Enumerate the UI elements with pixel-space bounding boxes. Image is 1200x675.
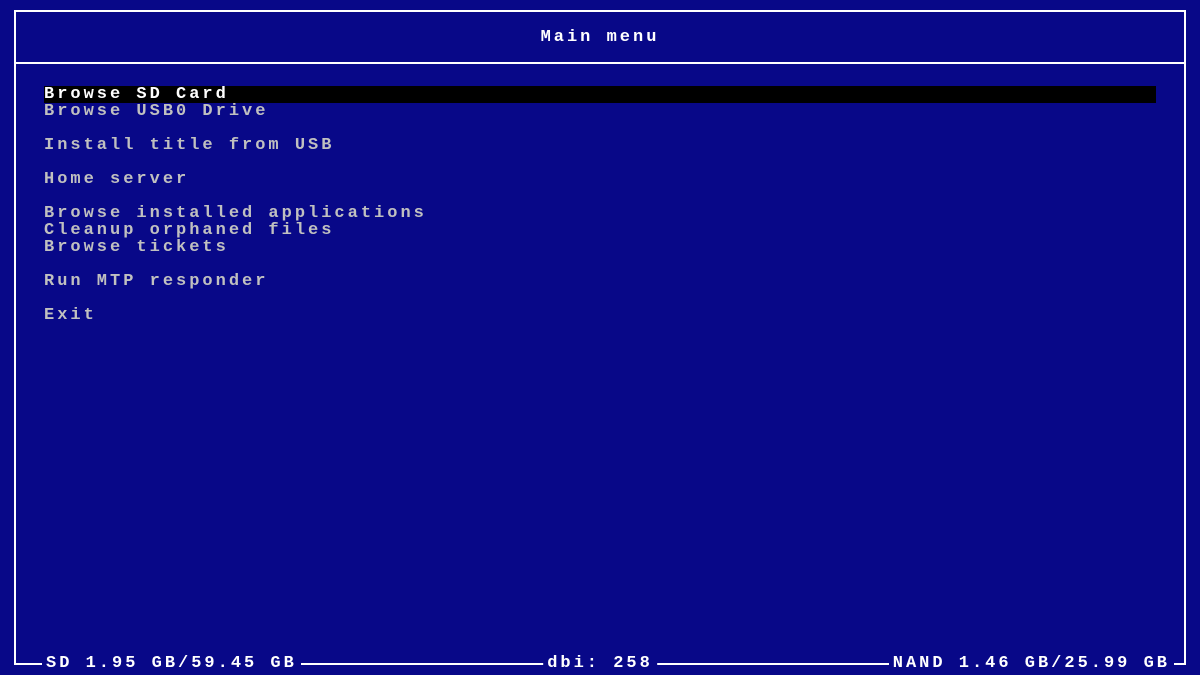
menu-spacer: [44, 120, 1156, 137]
menu-spacer: [44, 256, 1156, 273]
status-sd-storage: SD 1.95 GB/59.45 GB: [42, 654, 301, 673]
menu-item-browse-usb0-drive[interactable]: Browse USB0 Drive: [44, 103, 1156, 120]
menu-item-browse-tickets[interactable]: Browse tickets: [44, 239, 1156, 256]
header-box: Main menu: [14, 10, 1186, 64]
menu-item-exit[interactable]: Exit: [44, 307, 1156, 324]
menu-item-run-mtp-responder[interactable]: Run MTP responder: [44, 273, 1156, 290]
menu-spacer: [44, 154, 1156, 171]
menu-item-browse-sd-card[interactable]: Browse SD Card: [44, 86, 1156, 103]
menu-item-install-title-from-usb[interactable]: Install title from USB: [44, 137, 1156, 154]
page-title: Main menu: [541, 28, 660, 47]
menu-item-home-server[interactable]: Home server: [44, 171, 1156, 188]
status-version: dbi: 258: [543, 654, 657, 673]
menu-spacer: [44, 188, 1156, 205]
menu-spacer: [44, 290, 1156, 307]
status-nand-storage: NAND 1.46 GB/25.99 GB: [889, 654, 1174, 673]
main-menu: Browse SD Card Browse USB0 Drive Install…: [44, 86, 1156, 324]
menu-item-browse-installed-applications[interactable]: Browse installed applications: [44, 205, 1156, 222]
status-bar: SD 1.95 GB/59.45 GB dbi: 258 NAND 1.46 G…: [0, 654, 1200, 672]
menu-item-cleanup-orphaned-files[interactable]: Cleanup orphaned files: [44, 222, 1156, 239]
